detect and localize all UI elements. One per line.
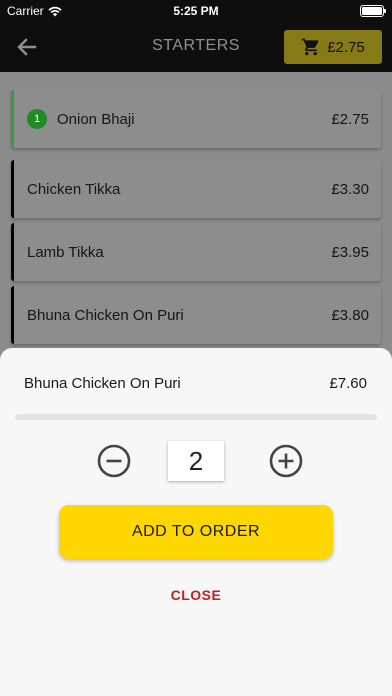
list-item[interactable]: Chicken Tikka £3.30 (11, 160, 381, 218)
plus-circle-icon[interactable] (268, 443, 304, 479)
add-item-sheet: Bhuna Chicken On Puri £7.60 2 ADD TO ORD… (0, 348, 392, 696)
cart-button[interactable]: £2.75 (284, 30, 382, 64)
quantity-stepper: 2 (0, 441, 392, 483)
cart-icon (302, 38, 319, 56)
item-price: £2.75 (331, 110, 369, 128)
item-price: £3.80 (331, 306, 369, 324)
list-item[interactable]: Lamb Tikka £3.95 (11, 223, 381, 281)
item-name: Lamb Tikka (27, 243, 104, 261)
list-item[interactable]: 1 Onion Bhaji £2.75 (11, 90, 381, 148)
divider (15, 414, 377, 420)
battery-icon (360, 5, 386, 17)
quantity-value[interactable]: 2 (168, 441, 224, 481)
add-to-order-button[interactable]: ADD TO ORDER (59, 505, 333, 559)
list-item[interactable]: Bhuna Chicken On Puri £3.80 (11, 286, 381, 344)
item-price: £3.30 (331, 180, 369, 198)
item-name: Chicken Tikka (27, 180, 121, 198)
item-name: Bhuna Chicken On Puri (27, 306, 184, 324)
minus-circle-icon[interactable] (96, 443, 132, 479)
cart-total: £2.75 (327, 38, 365, 56)
close-button[interactable]: CLOSE (0, 587, 392, 603)
item-summary: Bhuna Chicken On Puri £7.60 (24, 375, 367, 392)
item-name: Onion Bhaji (57, 110, 135, 128)
status-bar: Carrier 5:25 PM (0, 0, 392, 22)
menu-list: 1 Onion Bhaji £2.75 Chicken Tikka £3.30 … (0, 72, 392, 362)
clock: 5:25 PM (173, 4, 219, 18)
sheet-item-total: £7.60 (329, 375, 367, 392)
nav-bar: STARTERS £2.75 (0, 22, 392, 72)
sheet-item-name: Bhuna Chicken On Puri (24, 375, 181, 392)
quantity-badge: 1 (27, 109, 47, 129)
item-price: £3.95 (331, 243, 369, 261)
